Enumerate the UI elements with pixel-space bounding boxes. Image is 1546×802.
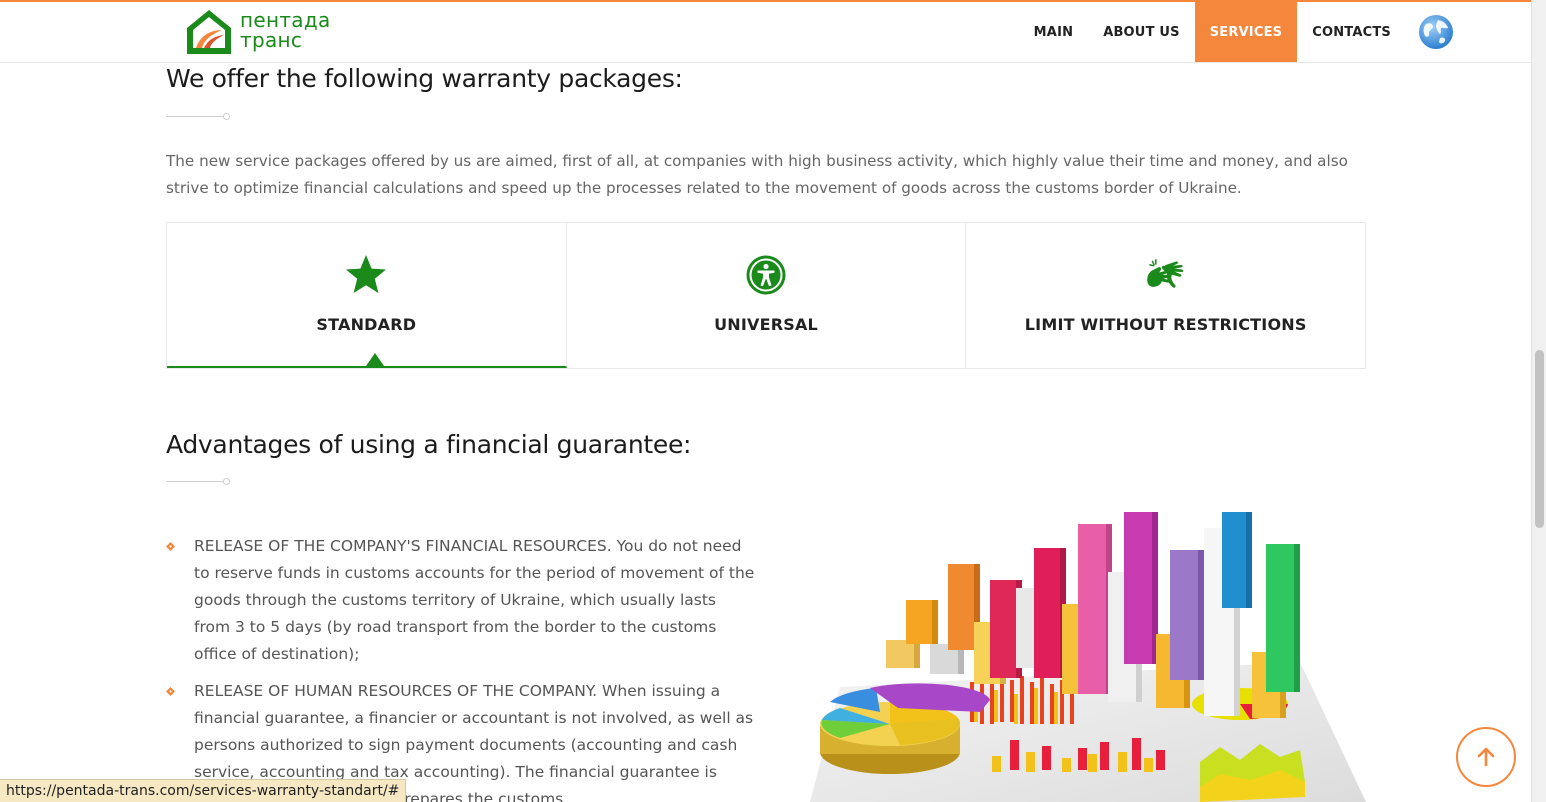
nav-contacts[interactable]: CONTACTS — [1297, 2, 1406, 62]
advantages-list: RELEASE OF THE COMPANY'S FINANCIAL RESOU… — [166, 533, 756, 802]
back-to-top-button[interactable] — [1456, 727, 1516, 787]
nav-services[interactable]: SERVICES — [1194, 2, 1298, 62]
tab-limit-without-restrictions[interactable]: LIMIT WITHOUT RESTRICTIONS — [966, 223, 1365, 368]
nav-about-us[interactable]: ABOUT US — [1088, 2, 1195, 62]
page-scrollbar[interactable] — [1531, 0, 1546, 802]
packages-intro: The new service packages offered by us a… — [166, 152, 1348, 197]
globe-icon[interactable] — [1418, 14, 1454, 50]
nav-main[interactable]: MAIN — [1019, 2, 1089, 62]
active-tab-caret — [366, 353, 384, 366]
arrow-up-icon — [1477, 747, 1495, 767]
main-nav: MAIN ABOUT US SERVICES CONTACTS — [1019, 2, 1453, 62]
diamond-bullet-icon — [166, 687, 175, 696]
title-divider — [166, 478, 230, 486]
star-icon — [344, 253, 388, 297]
tab-universal[interactable]: UNIVERSAL — [567, 223, 967, 368]
tab-universal-label: UNIVERSAL — [714, 315, 818, 334]
logo-text[interactable]: пентада транс — [240, 10, 331, 50]
link-status-bar: https://pentada-trans.com/services-warra… — [0, 779, 407, 802]
sign-language-icon — [1144, 253, 1188, 297]
list-item: RELEASE OF THE COMPANY'S FINANCIAL RESOU… — [166, 533, 756, 668]
financial-charts-illustration — [780, 512, 1366, 802]
site-header: пентада транс MAIN ABOUT US SERVICES CON… — [0, 0, 1531, 63]
tab-standard[interactable]: STANDARD — [167, 223, 567, 368]
title-divider — [166, 113, 230, 121]
package-tabs: STANDARD UNIVERSAL LIMIT WITHOUT RESTRIC… — [166, 222, 1366, 369]
advantages-title: Advantages of using a financial guarante… — [166, 430, 692, 459]
accessibility-icon — [744, 253, 788, 297]
tab-standard-label: STANDARD — [316, 315, 417, 334]
diamond-bullet-icon — [166, 542, 175, 551]
list-item-text: RELEASE OF THE COMPANY'S FINANCIAL RESOU… — [194, 537, 755, 663]
tab-limit-label: LIMIT WITHOUT RESTRICTIONS — [1024, 315, 1307, 334]
scrollbar-thumb[interactable] — [1535, 350, 1544, 528]
packages-title: We offer the following warranty packages… — [166, 64, 683, 93]
